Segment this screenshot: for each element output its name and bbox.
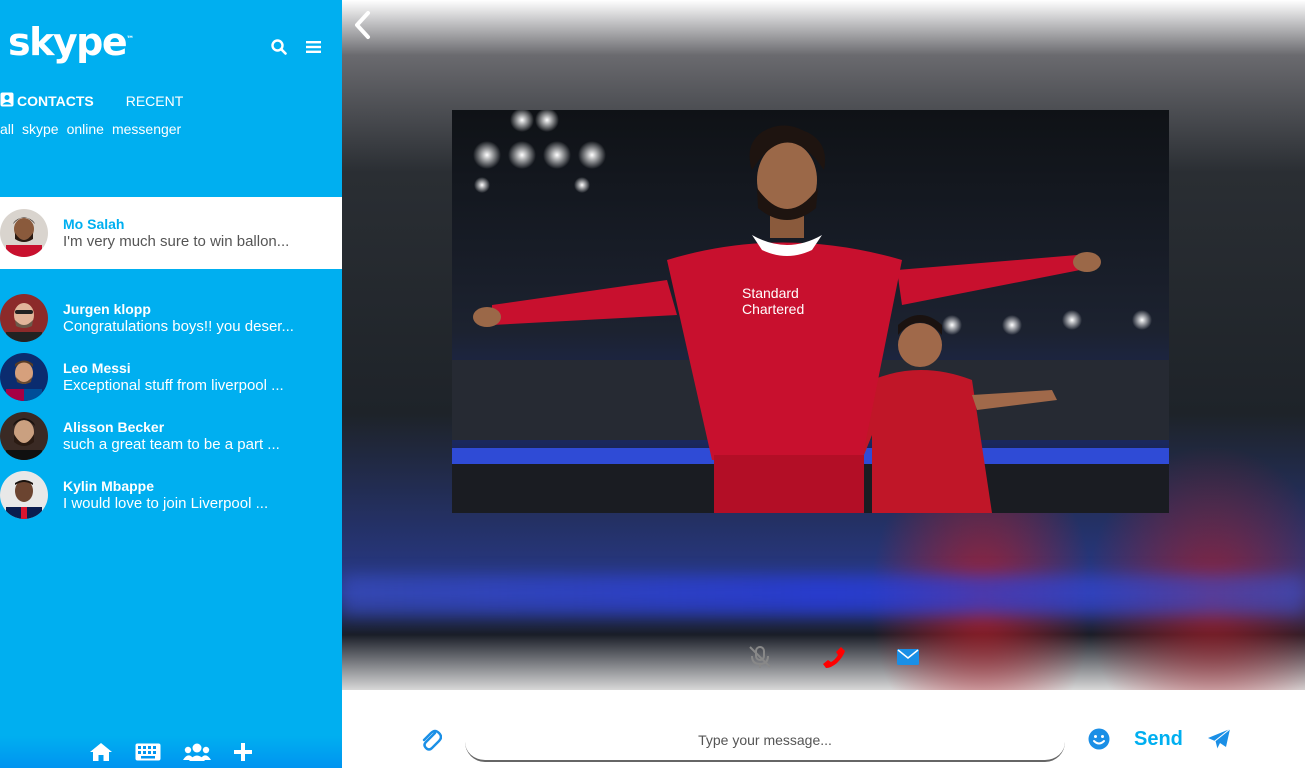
keyboard-icon[interactable] (135, 743, 161, 761)
search-icon[interactable] (270, 38, 288, 56)
contact-name: Alisson Becker (63, 418, 165, 435)
contact-item-leo-messi[interactable]: Leo Messi Exceptional stuff from liverpo… (0, 347, 342, 406)
svg-text:Standard: Standard (742, 285, 799, 301)
filter-all[interactable]: all (0, 121, 14, 137)
phone-icon[interactable] (821, 644, 847, 670)
contact-name: Mo Salah (63, 216, 125, 232)
paper-plane-icon[interactable] (1207, 728, 1231, 755)
avatar (0, 293, 48, 342)
contact-last-message: I'm very much sure to win ballon... (63, 233, 290, 250)
header-actions (270, 38, 322, 56)
contact-item-mo-salah[interactable]: Mo Salah I'm very much sure to win ballo… (0, 197, 342, 269)
filter-online[interactable]: online (67, 121, 104, 137)
tab-recent[interactable]: RECENT (126, 92, 184, 110)
contact-name: Jurgen klopp (63, 300, 151, 317)
contact-name: Kylin Mbappe (63, 477, 155, 494)
contact-filters: all skype online messenger (0, 121, 181, 137)
message-composer: Send (342, 700, 1305, 768)
call-view: Standard Chartered Type your message... … (342, 0, 1305, 768)
background-band (342, 575, 1305, 615)
menu-icon[interactable] (304, 38, 322, 56)
back-arrow-icon[interactable] (352, 10, 372, 45)
filter-skype[interactable]: skype (22, 121, 59, 137)
group-icon[interactable] (183, 743, 211, 761)
contact-item-jurgen-klopp[interactable]: Jurgen klopp Congratulations boys!! you … (0, 288, 342, 347)
plus-icon[interactable] (233, 743, 253, 761)
tab-contacts[interactable]: CONTACTS (0, 92, 94, 110)
home-icon[interactable] (89, 743, 113, 761)
svg-text:Chartered: Chartered (742, 301, 804, 317)
avatar (0, 352, 48, 401)
shared-photo[interactable]: Standard Chartered (452, 110, 1169, 513)
avatar (0, 411, 48, 460)
filter-messenger[interactable]: messenger (112, 121, 181, 137)
mail-icon[interactable] (895, 644, 921, 670)
contact-last-message: Congratulations boys!! you deser... (63, 317, 294, 335)
mic-muted-icon[interactable] (747, 644, 773, 670)
emoji-icon[interactable] (1088, 728, 1110, 755)
paperclip-icon[interactable] (420, 728, 443, 757)
contact-last-message: such a great team to be a part ... (63, 435, 280, 453)
contact-item-alisson-becker[interactable]: Alisson Becker such a great team to be a… (0, 406, 342, 465)
avatar (0, 209, 48, 257)
contact-last-message: I would love to join Liverpool ... (63, 494, 269, 512)
contact-book-icon (0, 92, 14, 110)
call-controls (747, 644, 921, 670)
message-input-wrapper (465, 720, 1065, 762)
skype-logo: skype™ (8, 20, 135, 64)
bottom-nav (0, 736, 342, 768)
tab-label: RECENT (125, 93, 184, 109)
contact-item-kylin-mbappe[interactable]: Kylin Mbappe I would love to join Liverp… (0, 465, 342, 524)
sidebar: skype™ CONTACTS RECENT all skype online … (0, 0, 342, 768)
tab-label: CONTACTS (17, 93, 94, 109)
message-input[interactable] (465, 720, 1065, 760)
contact-last-message: Exceptional stuff from liverpool ... (63, 376, 284, 394)
send-button[interactable]: Send (1134, 728, 1183, 751)
avatar (0, 470, 48, 519)
contact-name: Leo Messi (63, 359, 131, 376)
sidebar-tabs: CONTACTS RECENT (0, 92, 183, 110)
